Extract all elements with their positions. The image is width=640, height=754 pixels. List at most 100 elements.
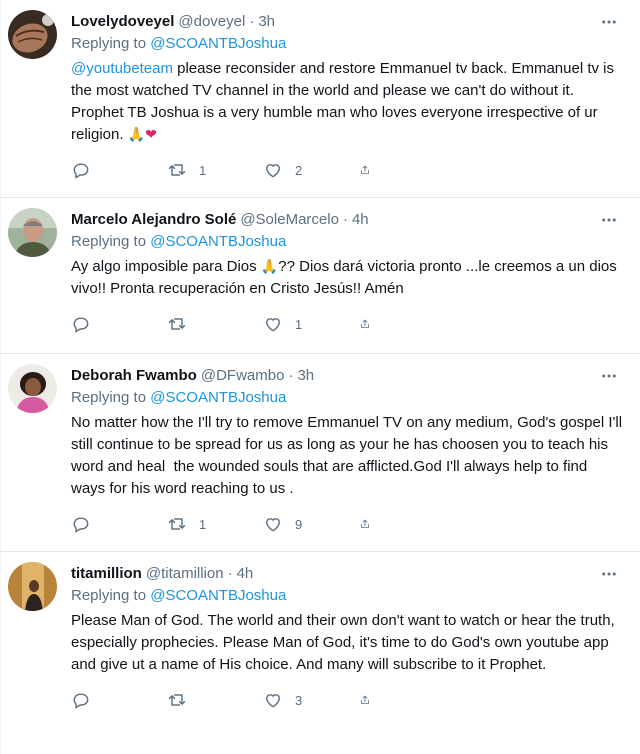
reply-icon <box>73 163 89 179</box>
tweet-header: Marcelo Alejandro Solé @SoleMarcelo · 4h <box>71 210 624 230</box>
like-button[interactable]: 1 <box>263 314 359 334</box>
replying-to: Replying to @SCOANTBJoshua <box>71 34 624 54</box>
retweet-button[interactable]: 1 <box>167 160 263 180</box>
display-name[interactable]: Marcelo Alejandro Solé <box>71 210 236 230</box>
tweet-text: @youtubeteam please reconsider and resto… <box>71 58 624 146</box>
mention-link[interactable]: @youtubeteam <box>71 60 173 77</box>
retweet-button[interactable] <box>167 690 263 710</box>
tweet-header: Lovelydoveyel @doveyel · 3h <box>71 12 624 32</box>
more-options-button[interactable] <box>598 564 620 584</box>
heart-emoji-icon: ❤ <box>145 127 157 143</box>
separator-dot: · <box>288 367 294 384</box>
like-count: 3 <box>295 692 303 708</box>
replying-label: Replying to <box>71 389 147 406</box>
user-handle[interactable]: @titamillion <box>146 564 224 584</box>
reply-button[interactable] <box>71 690 167 710</box>
more-icon <box>602 572 616 576</box>
tweet-header: titamillion @titamillion · 4h <box>71 564 624 584</box>
share-icon <box>361 695 369 704</box>
tweet[interactable]: Lovelydoveyel @doveyel · 3h Replying to … <box>1 0 640 198</box>
tweet-actions: 1 2 <box>71 158 624 182</box>
timestamp[interactable]: 3h <box>297 366 314 386</box>
reply-button[interactable] <box>71 314 167 334</box>
reply-button[interactable] <box>71 160 167 180</box>
timestamp[interactable]: 4h <box>352 210 369 230</box>
reply-icon <box>73 317 89 333</box>
more-options-button[interactable] <box>598 12 620 32</box>
pray-emoji-icon: 🙏 <box>127 127 146 143</box>
tweet-text: No matter how the I'll try to remove Emm… <box>71 414 627 497</box>
retweet-icon <box>168 318 186 330</box>
tweet-text: Please Man of God. The world and their o… <box>71 612 619 673</box>
more-options-button[interactable] <box>598 210 620 230</box>
share-icon <box>361 519 369 528</box>
tweet-text: Ay algo imposible para Dios 🙏?? Dios dar… <box>71 256 624 300</box>
replying-to: Replying to @SCOANTBJoshua <box>71 388 624 408</box>
replying-to: Replying to @SCOANTBJoshua <box>71 232 624 252</box>
like-count: 1 <box>295 316 303 332</box>
replying-label: Replying to <box>71 587 147 604</box>
avatar-image-icon <box>8 10 57 59</box>
tweet-header: Deborah Fwambo @DFwambo · 3h <box>71 366 624 386</box>
tweet-actions: 3 <box>71 688 624 712</box>
tweet[interactable]: Deborah Fwambo @DFwambo · 3h Replying to… <box>1 354 640 552</box>
like-button[interactable]: 2 <box>263 160 359 180</box>
timestamp[interactable]: 3h <box>258 12 275 32</box>
share-button[interactable] <box>359 514 383 534</box>
separator-dot: · <box>249 13 255 30</box>
like-button[interactable]: 9 <box>263 514 359 534</box>
tweet-actions: 1 9 <box>71 512 624 536</box>
heart-icon <box>266 694 280 708</box>
user-handle[interactable]: @doveyel <box>178 12 245 32</box>
replying-to-link[interactable]: @SCOANTBJoshua <box>150 233 286 250</box>
reply-icon <box>73 517 89 533</box>
display-name[interactable]: titamillion <box>71 564 142 584</box>
avatar-image-icon <box>8 562 57 611</box>
replying-label: Replying to <box>71 233 147 250</box>
timestamp[interactable]: 4h <box>237 564 254 584</box>
like-button[interactable]: 3 <box>263 690 359 710</box>
avatar[interactable] <box>8 10 57 59</box>
avatar[interactable] <box>8 208 57 257</box>
tweet[interactable]: Marcelo Alejandro Solé @SoleMarcelo · 4h… <box>1 198 640 354</box>
heart-icon <box>266 518 280 532</box>
avatar-image-icon <box>8 364 57 413</box>
avatar[interactable] <box>8 364 57 413</box>
share-icon <box>361 165 369 174</box>
display-name[interactable]: Deborah Fwambo <box>71 366 197 386</box>
heart-icon <box>266 318 280 332</box>
replying-to-link[interactable]: @SCOANTBJoshua <box>150 389 286 406</box>
display-name[interactable]: Lovelydoveyel <box>71 12 174 32</box>
avatar[interactable] <box>8 562 57 611</box>
more-icon <box>602 218 616 222</box>
retweet-count: 1 <box>199 516 207 532</box>
retweet-button[interactable] <box>167 314 263 334</box>
replying-label: Replying to <box>71 35 147 52</box>
avatar-image-icon <box>8 208 57 257</box>
replying-to-link[interactable]: @SCOANTBJoshua <box>150 35 286 52</box>
separator-dot: · <box>342 211 348 228</box>
reply-icon <box>73 693 89 709</box>
user-handle[interactable]: @SoleMarcelo <box>240 210 339 230</box>
more-options-button[interactable] <box>598 366 620 386</box>
share-button[interactable] <box>359 314 383 334</box>
separator-dot: · <box>227 565 233 582</box>
retweet-count: 1 <box>199 162 207 178</box>
tweet-actions: 1 <box>71 312 624 336</box>
like-count: 9 <box>295 516 303 532</box>
replying-to-link[interactable]: @SCOANTBJoshua <box>150 587 286 604</box>
like-count: 2 <box>295 162 303 178</box>
heart-icon <box>266 164 280 178</box>
share-button[interactable] <box>359 690 383 710</box>
retweet-button[interactable]: 1 <box>167 514 263 534</box>
tweet-feed: Lovelydoveyel @doveyel · 3h Replying to … <box>0 0 640 754</box>
share-icon <box>361 319 369 328</box>
retweet-icon <box>168 694 186 706</box>
more-icon <box>602 20 616 24</box>
user-handle[interactable]: @DFwambo <box>201 366 285 386</box>
replying-to: Replying to @SCOANTBJoshua <box>71 586 624 606</box>
tweet-text-part-a: Ay algo imposible para Dios <box>71 258 261 275</box>
share-button[interactable] <box>359 160 383 180</box>
reply-button[interactable] <box>71 514 167 534</box>
tweet[interactable]: titamillion @titamillion · 4h Replying t… <box>1 552 640 754</box>
